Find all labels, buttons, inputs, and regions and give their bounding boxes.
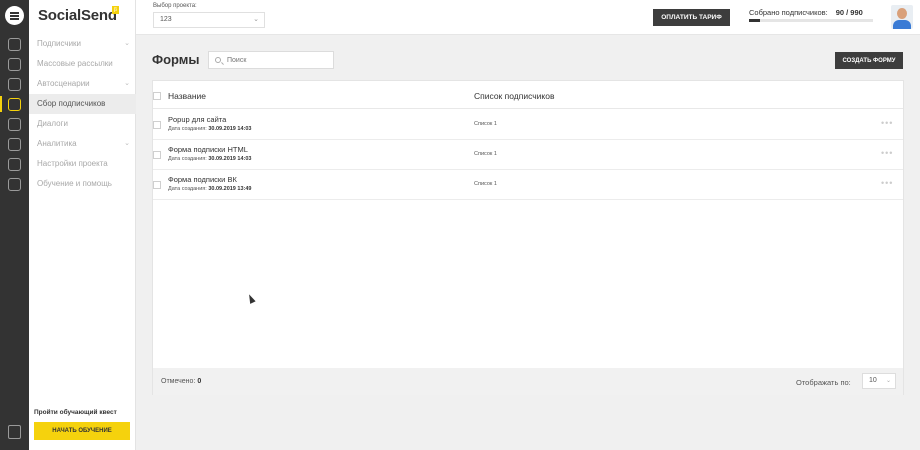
table-footer: Отмечено: 0 Отображать по: 10 ⌄ [153,368,903,395]
date-prefix: Дата создания: [168,126,207,132]
table-row[interactable]: Форма подписки HTML Дата создания: 30.09… [153,140,903,170]
form-name[interactable]: Popup для сайта [168,115,226,124]
sidebar-item-broadcasts[interactable]: Массовые рассылки [29,54,136,74]
help-icon[interactable] [8,178,21,191]
per-page-select[interactable]: 10 ⌄ [862,373,896,389]
scenario-icon[interactable] [8,78,21,91]
sidebar-item-scenarios[interactable]: Автосценарии ⌄ [29,74,136,94]
collected-progress [749,19,873,22]
avatar[interactable] [891,5,913,29]
settings-icon[interactable] [8,158,21,171]
project-select-value: 123 [160,16,172,23]
table-row[interactable]: Форма подписки ВК Дата создания: 30.09.2… [153,170,903,200]
date-value: 30.09.2019 13:49 [208,186,252,192]
start-learning-button[interactable]: НАЧАТЬ ОБУЧЕНИЕ [34,422,130,440]
icon-rail [0,0,29,450]
select-all-checkbox[interactable] [153,92,161,100]
form-name[interactable]: Форма подписки HTML [168,145,248,154]
selected-value: 0 [197,378,202,385]
more-icon[interactable]: ••• [881,178,893,188]
project-select[interactable]: 123 ⌄ [153,12,265,28]
row-checkbox[interactable] [153,121,161,129]
page-title: Формы [152,52,200,67]
subscribers-icon[interactable] [8,38,21,51]
form-name[interactable]: Форма подписки ВК [168,175,237,184]
chevron-down-icon: ⌄ [124,140,130,147]
analytics-icon[interactable] [8,138,21,151]
table-row[interactable]: Popup для сайта Дата создания: 30.09.201… [153,110,903,140]
chevron-down-icon: ⌄ [124,40,130,47]
progress-fill [749,19,761,22]
sidebar-item-label: Настройки проекта [37,159,108,168]
date-prefix: Дата создания: [168,186,207,192]
sidebar-item-collect[interactable]: Сбор подписчиков [29,94,136,114]
sidebar: SocialSend β Подписчики ⌄ Массовые рассыл… [29,0,136,450]
project-label: Выбор проекта: [153,3,197,9]
selected-label: Отмечено: [161,378,196,385]
more-icon[interactable]: ••• [881,118,893,128]
sidebar-item-project-settings[interactable]: Настройки проекта [29,154,136,174]
row-checkbox[interactable] [153,151,161,159]
collected-value: 90 / 990 [835,8,863,17]
date-value: 30.09.2019 14:03 [208,126,252,132]
search-icon [215,57,221,63]
forms-table: Название Список подписчиков Popup для са… [152,80,904,395]
date-prefix: Дата создания: [168,156,207,162]
sidebar-item-label: Сбор подписчиков [37,99,106,108]
sidebar-item-analytics[interactable]: Аналитика ⌄ [29,134,136,154]
create-form-button[interactable]: СОЗДАТЬ ФОРМУ [835,52,903,69]
sidebar-item-label: Массовые рассылки [37,59,113,68]
brand-logo[interactable]: SocialSend [38,7,117,24]
broadcast-icon[interactable] [8,58,21,71]
top-header: Выбор проекта: 123 ⌄ ОПЛАТИТЬ ТАРИФ Собр… [136,0,920,35]
selected-count: Отмечено: 0 [161,378,201,385]
dialogs-icon[interactable] [8,118,21,131]
sidebar-item-label: Диалоги [37,119,68,128]
per-page-value: 10 [869,377,877,384]
pay-tariff-button[interactable]: ОПЛАТИТЬ ТАРИФ [653,9,730,26]
subscriber-list: Список 1 [474,151,497,157]
chevron-down-icon: ⌄ [885,378,891,384]
sidebar-item-label: Автосценарии [37,79,90,88]
sidebar-nav: Подписчики ⌄ Массовые рассылки Автосценар… [29,34,136,194]
form-date: Дата создания: 30.09.2019 13:49 [168,186,251,192]
sidebar-item-dialogs[interactable]: Диалоги [29,114,136,134]
table-header: Название Список подписчиков [153,81,903,109]
sidebar-item-label: Аналитика [37,139,77,148]
subscriber-list: Список 1 [474,181,497,187]
quest-icon[interactable] [8,425,21,439]
date-value: 30.09.2019 14:03 [208,156,252,162]
search-box[interactable] [208,51,334,69]
row-checkbox[interactable] [153,181,161,189]
beta-badge: β [112,6,119,14]
collect-icon[interactable] [8,98,21,111]
sidebar-item-subscribers[interactable]: Подписчики ⌄ [29,34,136,54]
chevron-down-icon: ⌄ [124,80,130,87]
form-date: Дата создания: 30.09.2019 14:03 [168,156,251,162]
sidebar-item-label: Обучение и помощь [37,179,112,188]
search-input[interactable] [227,54,327,66]
sidebar-item-learning[interactable]: Обучение и помощь [29,174,136,194]
column-header-name[interactable]: Название [168,91,206,101]
per-page-label: Отображать по: [796,378,851,387]
sidebar-item-label: Подписчики [37,39,82,48]
more-icon[interactable]: ••• [881,148,893,158]
quest-text: Пройти обучающий квест [34,409,117,416]
collected-label: Собрано подписчиков: [749,8,828,17]
chevron-down-icon: ⌄ [253,16,259,23]
column-header-list[interactable]: Список подписчиков [474,91,554,101]
active-indicator [0,96,2,112]
collected-counter: Собрано подписчиков: 90 / 990 [749,8,863,17]
form-date: Дата создания: 30.09.2019 14:03 [168,126,251,132]
subscriber-list: Список 1 [474,121,497,127]
menu-icon[interactable] [5,6,24,25]
